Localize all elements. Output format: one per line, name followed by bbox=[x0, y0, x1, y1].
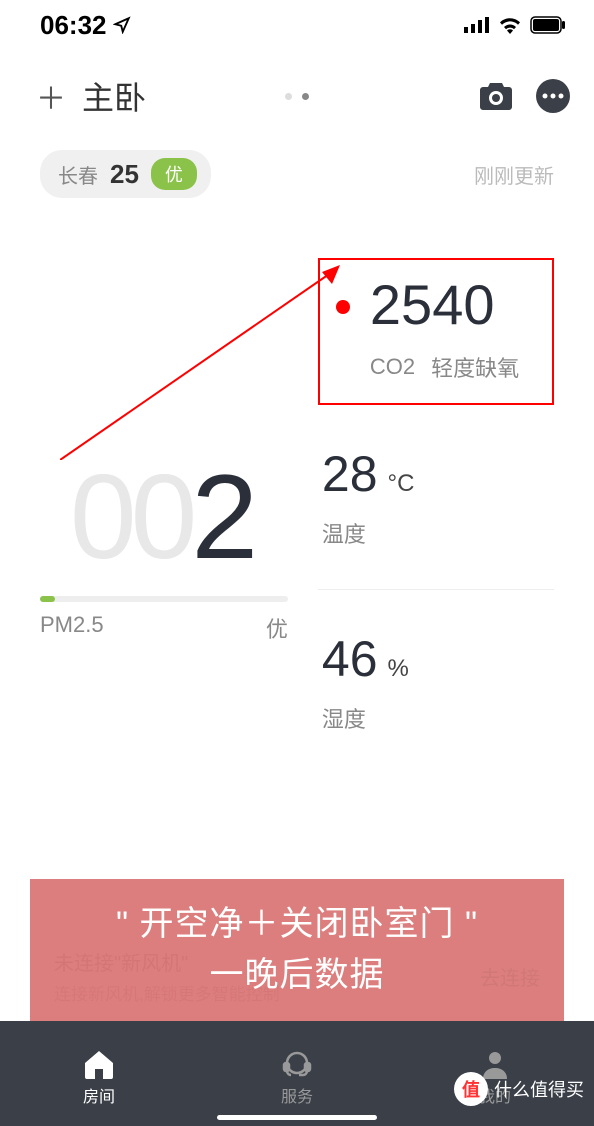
co2-metric: 2540 CO2 轻度缺氧 bbox=[318, 258, 554, 405]
pm25-labels: PM2.5 优 bbox=[40, 612, 288, 644]
watermark-badge: 值 bbox=[454, 1072, 488, 1106]
pm25-panel: 00 2 PM2.5 优 bbox=[40, 258, 288, 774]
quality-pill: 优 bbox=[151, 158, 197, 190]
aqi-value: 25 bbox=[110, 159, 139, 190]
status-icons bbox=[464, 16, 566, 34]
temperature-unit: °C bbox=[388, 470, 415, 498]
location-arrow-icon bbox=[113, 16, 131, 34]
humidity-value: 46 bbox=[322, 630, 378, 688]
co2-alert-dot bbox=[336, 300, 350, 314]
pm25-bar bbox=[40, 596, 288, 602]
pm25-value: 2 bbox=[191, 448, 258, 586]
temperature-value: 28 bbox=[322, 445, 378, 503]
headset-icon bbox=[281, 1049, 313, 1079]
home-indicator bbox=[217, 1115, 377, 1120]
wifi-icon bbox=[498, 16, 522, 34]
tab-room[interactable]: 房间 bbox=[83, 1049, 115, 1107]
caption-line1: " 开空净＋关闭卧室门 " bbox=[38, 899, 556, 950]
location-badge[interactable]: 长春 25 优 bbox=[40, 150, 211, 198]
pm25-fill bbox=[40, 596, 55, 602]
tab-room-label: 房间 bbox=[83, 1083, 115, 1107]
watermark: 值 什么值得买 bbox=[454, 1072, 584, 1106]
header-right bbox=[478, 79, 570, 113]
page-dot-active bbox=[302, 93, 309, 100]
pm25-label: PM2.5 bbox=[40, 612, 104, 644]
update-time: 刚刚更新 bbox=[474, 160, 554, 189]
battery-icon bbox=[530, 16, 566, 34]
pm25-quality: 优 bbox=[266, 612, 288, 644]
co2-status: 轻度缺氧 bbox=[431, 351, 519, 383]
overlay-caption: " 开空净＋关闭卧室门 " 一晚后数据 bbox=[30, 879, 564, 1021]
metrics-column: 2540 CO2 轻度缺氧 28 °C 温度 46 % 湿度 bbox=[318, 258, 554, 774]
location-row: 长春 25 优 刚刚更新 bbox=[0, 150, 594, 198]
hum-val-row: 46 % bbox=[322, 630, 550, 688]
tab-service[interactable]: 服务 bbox=[281, 1049, 313, 1107]
temp-val-row: 28 °C bbox=[322, 445, 550, 503]
page-dot bbox=[285, 93, 292, 100]
more-icon[interactable] bbox=[536, 79, 570, 113]
caption-line2: 一晚后数据 bbox=[38, 950, 556, 1001]
time-text: 06:32 bbox=[40, 10, 107, 41]
pm25-leading: 00 bbox=[70, 448, 191, 586]
add-room-button[interactable]: ＋ bbox=[36, 74, 66, 118]
co2-sub: CO2 轻度缺氧 bbox=[370, 351, 532, 383]
app-header: ＋ 主卧 bbox=[0, 66, 594, 126]
pm25-display: 00 2 bbox=[40, 448, 288, 586]
status-bar: 06:32 bbox=[0, 0, 594, 50]
humidity-label: 湿度 bbox=[322, 702, 550, 734]
camera-icon[interactable] bbox=[478, 81, 514, 111]
humidity-metric: 46 % 湿度 bbox=[318, 590, 554, 774]
status-time: 06:32 bbox=[40, 10, 131, 41]
city-name: 长春 bbox=[58, 160, 98, 189]
watermark-text: 什么值得买 bbox=[494, 1076, 584, 1102]
humidity-unit: % bbox=[388, 655, 409, 683]
temperature-metric: 28 °C 温度 bbox=[318, 405, 554, 590]
header-left: ＋ 主卧 bbox=[36, 73, 146, 119]
home-icon bbox=[83, 1049, 115, 1079]
temperature-label: 温度 bbox=[322, 517, 550, 549]
co2-value: 2540 bbox=[370, 272, 532, 337]
co2-label: CO2 bbox=[370, 354, 415, 380]
cellular-icon bbox=[464, 17, 490, 33]
page-indicator bbox=[285, 93, 309, 100]
room-title[interactable]: 主卧 bbox=[82, 73, 146, 119]
main-content: 00 2 PM2.5 优 2540 CO2 轻度缺氧 28 °C 温度 bbox=[0, 218, 594, 774]
tab-service-label: 服务 bbox=[281, 1083, 313, 1107]
